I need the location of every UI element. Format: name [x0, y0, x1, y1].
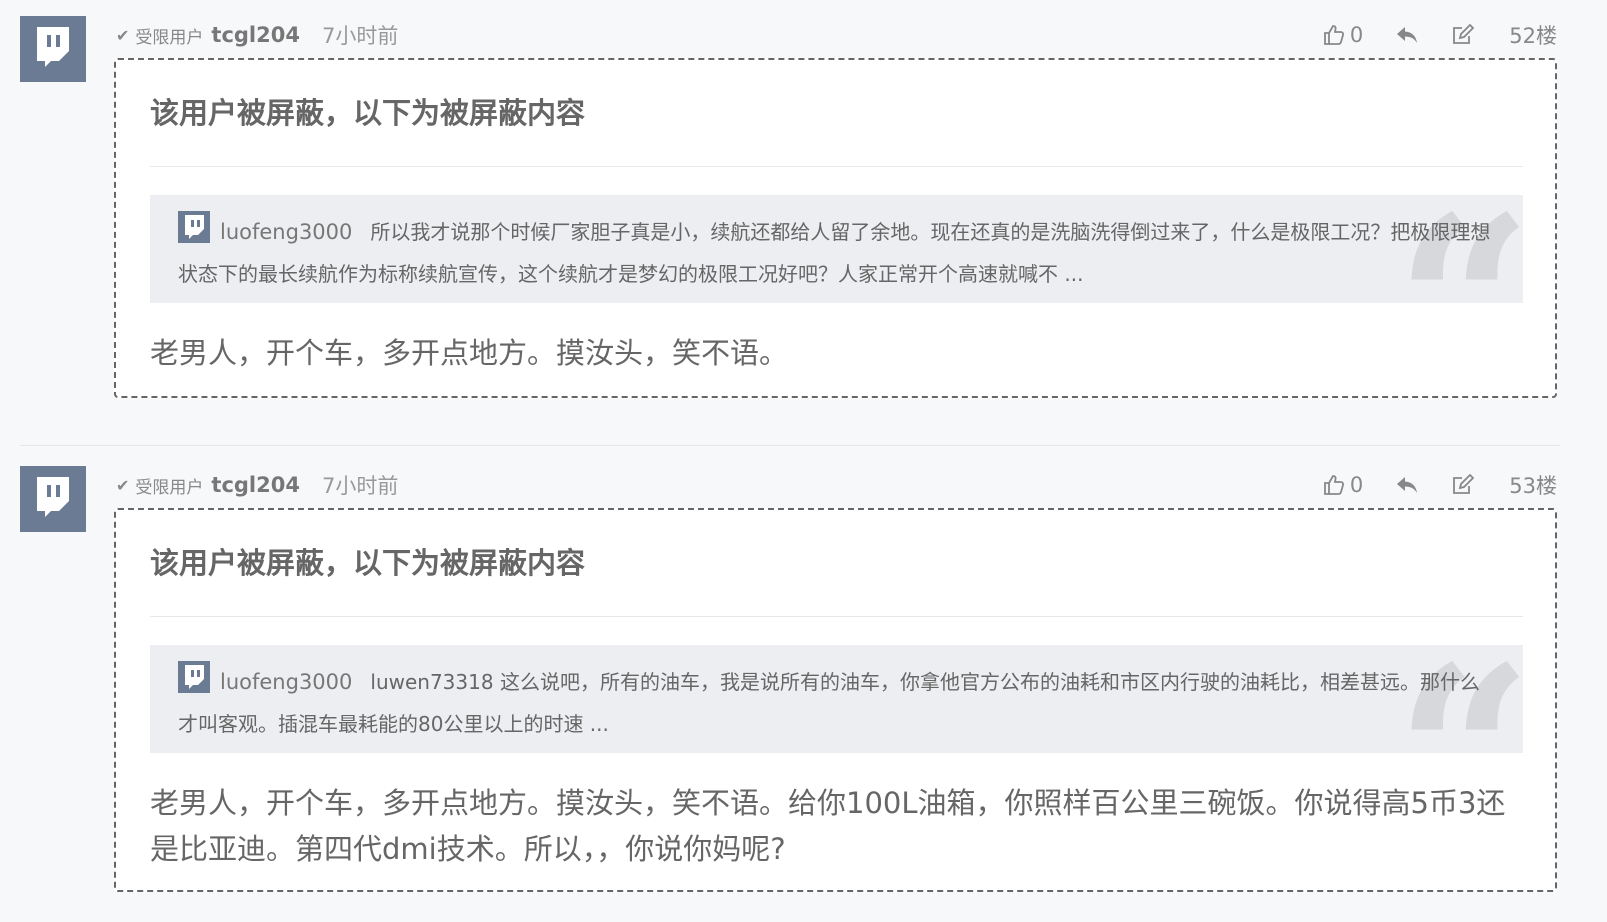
user-role: 受限用户 [135, 477, 204, 498]
post-meta: ✔ 受限用户 tcgl204 7小时前 [116, 20, 398, 50]
twitch-logo-icon [185, 215, 204, 239]
twitch-logo-icon [37, 477, 69, 517]
edit-icon [1453, 23, 1475, 44]
reply-arrow-icon [1397, 27, 1418, 43]
username-link[interactable]: tcgl204 [211, 473, 300, 497]
quote-text: 所以我才说那个时候厂家胆子真是小，续航还都给人留了余地。现在还真的是洗脑洗得倒过… [178, 220, 1491, 286]
quote-username[interactable]: luofeng3000 [220, 220, 352, 244]
divider [150, 166, 1523, 167]
check-mark-icon: ✔ [116, 475, 130, 495]
divider [150, 616, 1523, 617]
post-time: 7小时前 [321, 24, 399, 48]
quote-text-container: luofeng3000 所以我才说那个时候厂家胆子真是小，续航还都给人留了余地。现… [150, 195, 1523, 295]
like-count: 0 [1349, 473, 1364, 497]
floor-number[interactable]: 53楼 [1509, 470, 1557, 500]
thumbs-up-icon [1323, 475, 1344, 495]
post-meta: ✔ 受限用户 tcgl204 7小时前 [116, 470, 398, 500]
reply-button[interactable] [1395, 473, 1419, 497]
blocked-notice: 该用户被屏蔽，以下为被屏蔽内容 [150, 96, 586, 130]
like-button[interactable]: 0 [1322, 23, 1363, 47]
quote-text: luwen73318 这么说吧，所有的油车，我是说所有的油车，你拿他官方公布的油… [178, 670, 1480, 736]
post-actions: 0 53楼 [1322, 470, 1557, 500]
username-link[interactable]: tcgl204 [211, 23, 300, 47]
post-content: 老男人，开个车，多开点地方。摸汝头，笑不语。 [150, 336, 789, 370]
post-separator [20, 445, 1560, 446]
edit-button[interactable] [1451, 23, 1475, 47]
blocked-content-box: 该用户被屏蔽，以下为被屏蔽内容 “ luofeng3000luwen73318 … [114, 508, 1557, 892]
blocked-notice: 该用户被屏蔽，以下为被屏蔽内容 [150, 546, 586, 580]
user-avatar[interactable] [20, 16, 86, 82]
quote-avatar[interactable] [178, 661, 210, 693]
like-button[interactable]: 0 [1322, 473, 1363, 497]
check-mark-icon: ✔ [116, 25, 130, 45]
post-content: 老男人，开个车，多开点地方。摸汝头，笑不语。给你100L油箱，你照样百公里三碗饭… [150, 786, 1506, 866]
user-role: 受限用户 [135, 27, 204, 48]
quote-block: “ luofeng3000所以我才说那个时候厂家胆子真是小，续航还都给人留了余地… [150, 195, 1523, 303]
thumbs-up-icon [1323, 25, 1344, 45]
post-time: 7小时前 [321, 474, 399, 498]
twitch-logo-icon [37, 27, 69, 67]
quote-avatar[interactable] [178, 211, 210, 243]
twitch-logo-icon [185, 665, 204, 689]
post-actions: 0 52楼 [1322, 20, 1557, 50]
quote-username[interactable]: luofeng3000 [220, 670, 352, 694]
floor-number[interactable]: 52楼 [1509, 20, 1557, 50]
edit-button[interactable] [1451, 473, 1475, 497]
reply-arrow-icon [1397, 477, 1418, 493]
quote-text-container: luofeng3000 luwen73318 这么说吧，所有的油车，我是说所有的油… [150, 645, 1523, 745]
blocked-content-box: 该用户被屏蔽，以下为被屏蔽内容 “ luofeng3000所以我才说那个时候厂家… [114, 58, 1557, 398]
reply-button[interactable] [1395, 23, 1419, 47]
like-count: 0 [1349, 23, 1364, 47]
edit-icon [1453, 473, 1475, 494]
quote-block: “ luofeng3000luwen73318 这么说吧，所有的油车，我是说所有… [150, 645, 1523, 753]
user-avatar[interactable] [20, 466, 86, 532]
